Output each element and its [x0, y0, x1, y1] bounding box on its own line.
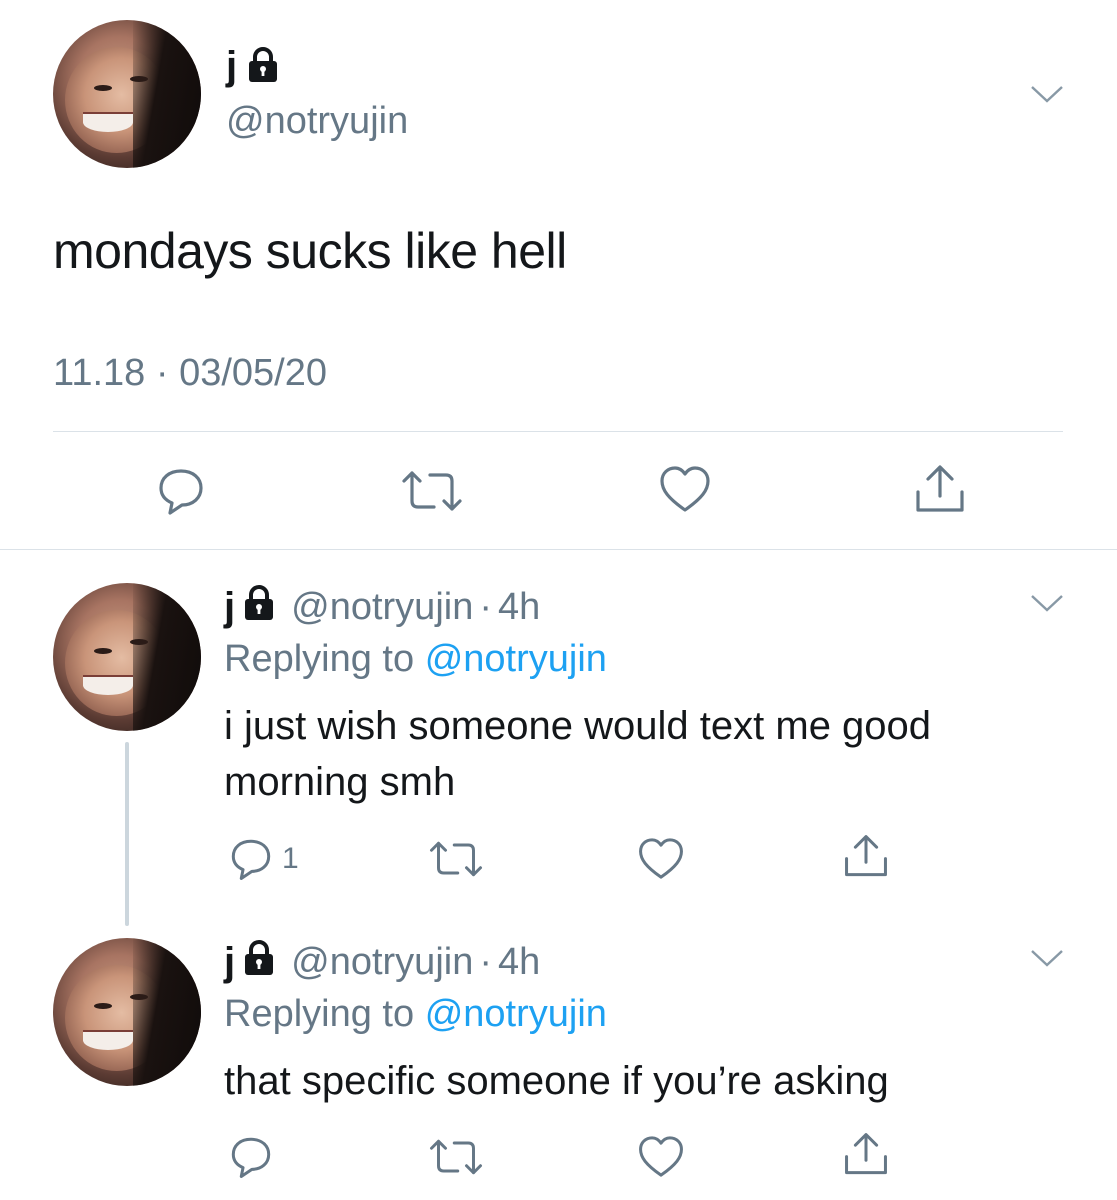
reply-count: 1 — [282, 842, 299, 875]
divider — [53, 431, 1063, 432]
tweet-text: mondays sucks like hell — [53, 223, 567, 279]
avatar-hair — [132, 583, 201, 731]
reply-icon — [231, 1137, 271, 1178]
avatar-hair — [132, 938, 201, 1086]
like-button[interactable] — [637, 836, 685, 886]
meta-separator: · — [479, 940, 492, 983]
chevron-down-icon[interactable] — [1030, 948, 1064, 973]
reply-header: j @notryujin · 4h — [224, 937, 540, 987]
thread-line — [125, 742, 129, 926]
handle[interactable]: @notryujin — [226, 100, 408, 143]
retweet-button[interactable] — [428, 838, 484, 885]
share-button[interactable] — [843, 1130, 889, 1183]
tweet-time: 11.18 — [53, 352, 146, 394]
avatar[interactable] — [53, 20, 201, 168]
display-name[interactable]: j — [224, 585, 235, 630]
handle[interactable]: @notryujin — [291, 941, 473, 984]
reply-button[interactable] — [228, 1134, 274, 1185]
share-icon — [916, 465, 964, 512]
display-name-text: j — [226, 44, 238, 88]
tweet-date: 03/05/20 — [179, 352, 327, 394]
retweet-button[interactable] — [400, 467, 464, 520]
retweet-button[interactable] — [428, 1136, 484, 1183]
heart-icon — [660, 466, 710, 512]
reply-button[interactable] — [155, 465, 207, 522]
avatar[interactable] — [53, 938, 201, 1086]
section-divider — [0, 549, 1117, 550]
avatar-eye — [129, 76, 148, 83]
like-button[interactable] — [658, 464, 712, 519]
heart-icon — [639, 838, 683, 879]
share-icon — [845, 1133, 887, 1175]
tweet-text: that specific someone if you’re asking — [224, 1059, 889, 1103]
lock-icon — [239, 937, 279, 987]
heart-icon — [639, 1136, 683, 1177]
avatar-smile — [82, 674, 133, 695]
retweet-icon — [430, 1139, 482, 1175]
tweet-timestamp[interactable]: 11.18 · 03/05/20 — [53, 352, 327, 395]
avatar-hair — [132, 20, 201, 168]
handle[interactable]: @notryujin — [291, 586, 473, 629]
retweet-icon — [430, 841, 482, 877]
reply-button[interactable] — [228, 836, 274, 887]
display-name[interactable]: j — [226, 44, 283, 89]
avatar-smile — [82, 1029, 133, 1050]
lock-icon — [239, 582, 279, 632]
meta-separator: · — [479, 585, 492, 628]
avatar-smile — [82, 111, 133, 132]
lock-icon — [243, 44, 283, 89]
avatar-eye — [129, 994, 148, 1001]
replying-mention[interactable]: @notryujin — [425, 638, 607, 680]
replying-to: Replying to @notryujin — [224, 993, 607, 1036]
chevron-down-icon[interactable] — [1030, 84, 1064, 109]
tweet-text: i just wish someone would text me good m… — [224, 704, 932, 804]
display-name[interactable]: j — [224, 940, 235, 985]
meta-separator: · — [155, 352, 169, 394]
avatar[interactable] — [53, 583, 201, 731]
replying-label: Replying to — [224, 638, 415, 680]
share-icon — [845, 835, 887, 877]
retweet-icon — [402, 471, 462, 511]
share-button[interactable] — [914, 462, 966, 521]
replying-label: Replying to — [224, 993, 415, 1035]
reply-header: j @notryujin · 4h — [224, 582, 540, 632]
chevron-down-icon[interactable] — [1030, 593, 1064, 618]
replying-to: Replying to @notryujin — [224, 638, 607, 681]
reply-age: 4h — [498, 585, 541, 628]
reply-icon — [159, 469, 203, 515]
avatar-eye — [129, 639, 148, 646]
reply-age: 4h — [498, 940, 541, 983]
like-button[interactable] — [637, 1134, 685, 1184]
replying-mention[interactable]: @notryujin — [425, 993, 607, 1035]
reply-icon — [231, 839, 271, 880]
share-button[interactable] — [843, 832, 889, 885]
